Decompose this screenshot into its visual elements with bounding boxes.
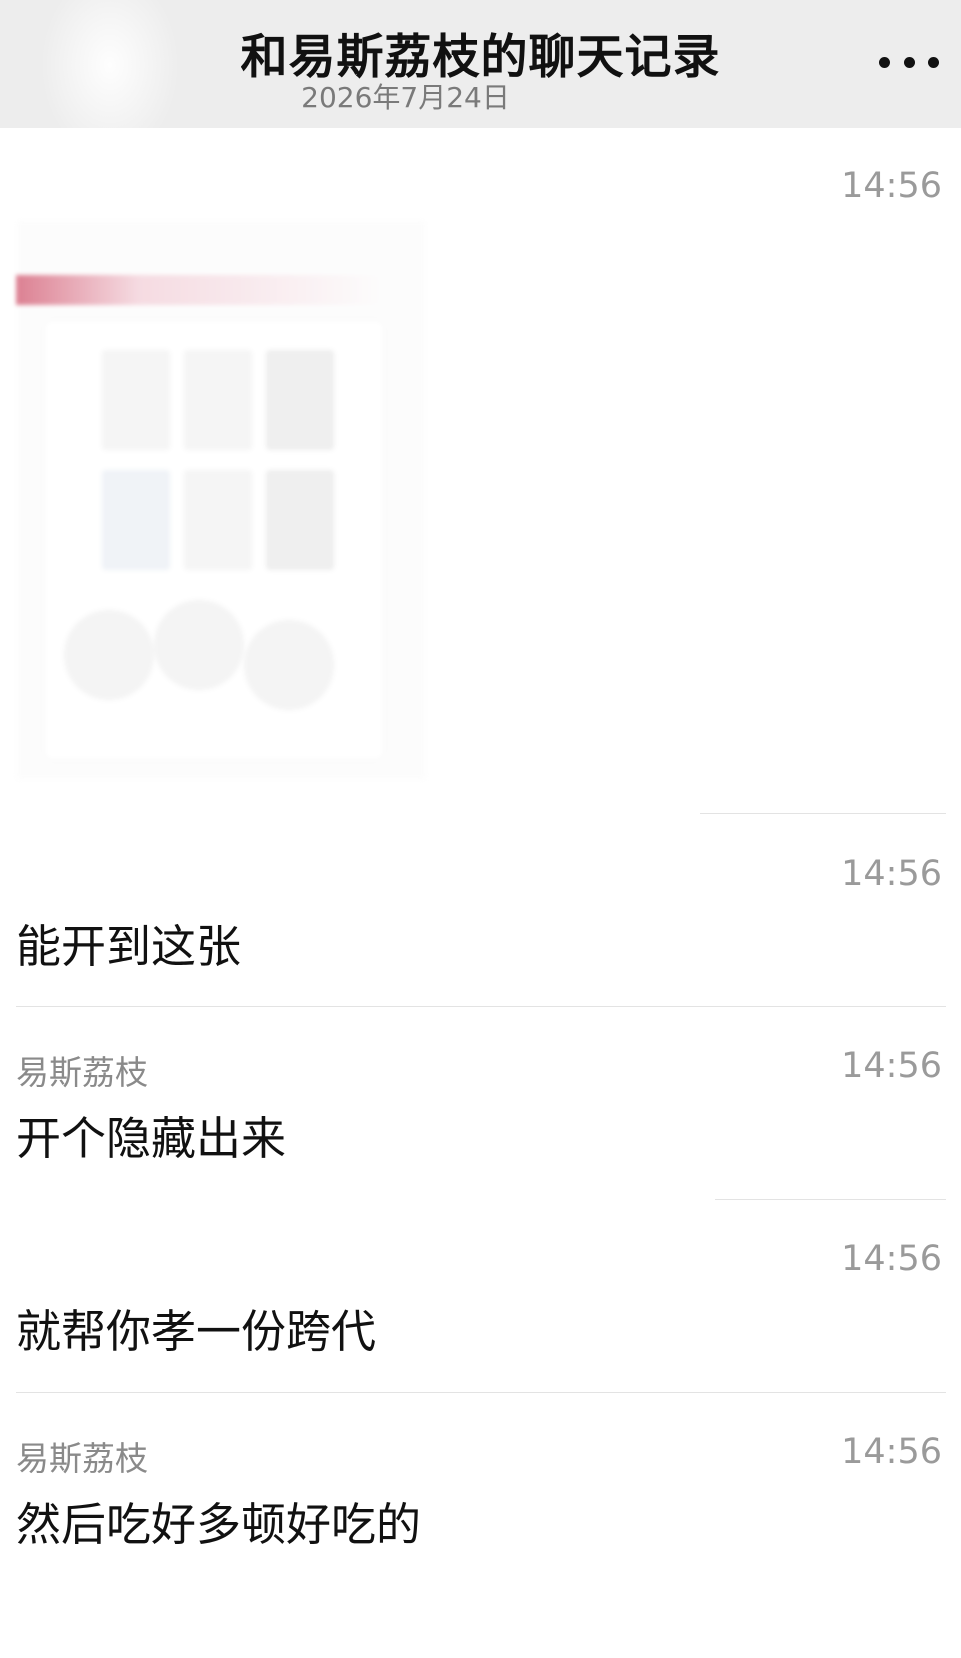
image-tile [184,350,252,450]
message-time: 14:56 [841,1432,942,1472]
image-tile [102,470,170,570]
message-time: 14:56 [841,1239,942,1279]
image-tile [184,470,252,570]
divider [700,813,946,814]
list-item[interactable]: 易斯荔枝 14:56 开个隐藏出来 [16,1046,946,1196]
divider [715,1199,946,1200]
message-time: 14:56 [841,166,942,206]
chat-history-header: 和易斯荔枝的聊天记录 2026年7月24日 [0,0,961,128]
list-item[interactable]: 14:56 就帮你孝一份跨代 [16,1239,946,1389]
message-text: 开个隐藏出来 [16,1112,287,1165]
message-text: 然后吃好多顿好吃的 [16,1498,422,1551]
image-red-streak [16,275,426,305]
image-circle [64,610,154,700]
message-time: 14:56 [841,1046,942,1086]
message-sender: 易斯荔枝 [16,1053,148,1092]
message-time: 14:56 [841,854,942,894]
more-dots-icon [879,56,890,68]
image-tile [266,470,334,570]
image-circle [244,620,334,710]
divider [16,1006,946,1007]
message-text: 能开到这张 [16,920,242,973]
image-card [44,320,384,760]
header-date: 2026年7月24日 [301,81,510,114]
divider [16,1392,946,1393]
message-text: 就帮你孝一份跨代 [16,1305,377,1358]
message-sender: 易斯荔枝 [16,1439,148,1478]
chat-record-list[interactable]: 14:56 14:56 能开到这张 易斯荔枝 14:56 开个隐藏出来 14:5 [0,128,961,1658]
image-circle [154,600,244,690]
more-dots-icon [903,56,915,68]
image-message-thumbnail[interactable] [16,220,426,780]
list-item[interactable]: 14:56 能开到这张 [16,854,946,1004]
list-item[interactable]: 易斯荔枝 14:56 然后吃好多顿好吃的 [16,1432,946,1582]
more-dots-icon [928,56,939,68]
image-tile [266,350,334,450]
image-tile [102,350,170,450]
more-button[interactable] [879,40,939,84]
